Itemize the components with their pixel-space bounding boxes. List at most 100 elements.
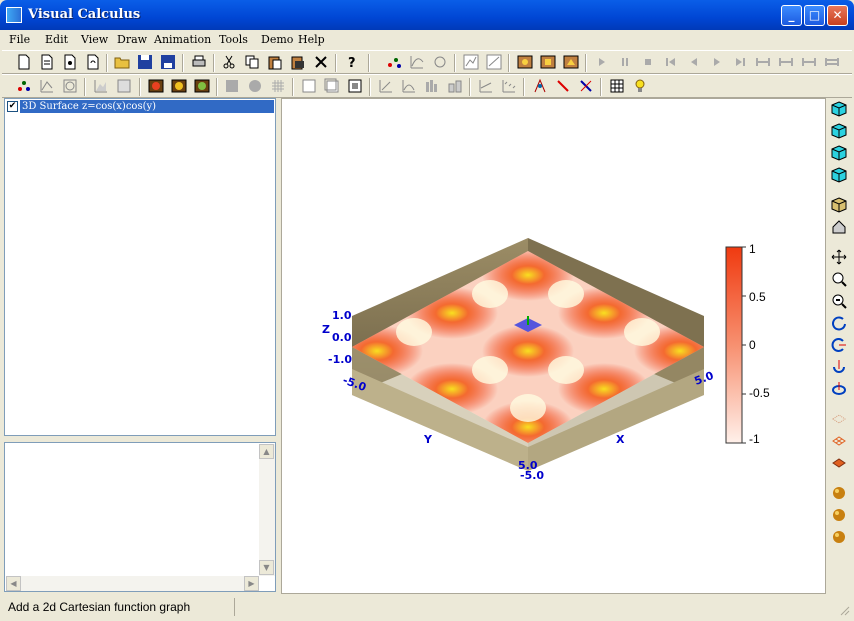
integral-icon[interactable]	[378, 78, 394, 94]
zoom-in-icon[interactable]	[831, 271, 847, 287]
zoom-icon[interactable]	[831, 293, 847, 309]
derivative-icon[interactable]	[401, 78, 417, 94]
resize-grip-icon[interactable]	[838, 604, 850, 616]
help-icon[interactable]: ?	[344, 54, 360, 70]
export-image2-icon[interactable]	[540, 54, 556, 70]
plot-canvas[interactable]: Z 1.0 0.0 -1.0 -5.0 Y X 5.0 5.0 -5.0 1 0…	[281, 98, 826, 594]
first-frame-icon[interactable]	[663, 54, 679, 70]
vector-field-icon[interactable]	[116, 78, 132, 94]
stop-icon[interactable]	[640, 54, 656, 70]
play-icon[interactable]	[594, 54, 610, 70]
frame2-icon[interactable]	[324, 78, 340, 94]
export-image3-icon[interactable]	[563, 54, 579, 70]
menu-file[interactable]: File	[9, 33, 30, 46]
cut-icon[interactable]	[221, 54, 237, 70]
pendulum-icon[interactable]	[532, 78, 548, 94]
riemann-icon[interactable]	[424, 78, 440, 94]
new-page-icon[interactable]	[62, 54, 78, 70]
rotate-y-icon[interactable]	[831, 359, 847, 375]
house-view-icon[interactable]	[831, 219, 847, 235]
next-frame-icon[interactable]	[709, 54, 725, 70]
step-range3-icon[interactable]	[801, 54, 817, 70]
refresh-doc-icon[interactable]	[85, 54, 101, 70]
menu-view[interactable]: View	[81, 33, 108, 46]
table-icon[interactable]	[609, 78, 625, 94]
area-graph-icon[interactable]	[93, 78, 109, 94]
loop-range-icon[interactable]	[824, 54, 840, 70]
view-side-icon[interactable]	[831, 145, 847, 161]
points-icon[interactable]	[386, 54, 402, 70]
menu-help[interactable]: Help	[298, 33, 325, 46]
last-frame-icon[interactable]	[732, 54, 748, 70]
scroll-right-button[interactable]: ▶	[244, 576, 259, 591]
wireframe-mode-icon[interactable]	[831, 433, 847, 449]
line-graph-icon[interactable]	[39, 78, 55, 94]
rotate-curve-icon[interactable]	[432, 54, 448, 70]
shading-phong-icon[interactable]	[831, 529, 847, 545]
delete-icon[interactable]	[313, 54, 329, 70]
tips-bulb-icon[interactable]	[632, 78, 648, 94]
menu-demo[interactable]: Demo	[261, 33, 293, 46]
view-top-icon[interactable]	[831, 167, 847, 183]
rotate-icon[interactable]	[831, 315, 847, 331]
horizontal-scrollbar[interactable]: ◀ ▶	[6, 576, 259, 591]
scatter-icon[interactable]	[16, 78, 32, 94]
step-range-icon[interactable]	[755, 54, 771, 70]
surface-icon[interactable]	[148, 78, 164, 94]
shading-flat-icon[interactable]	[831, 485, 847, 501]
save-icon[interactable]	[137, 54, 153, 70]
tree-item-surface[interactable]: ✔ 3D Surface z=cos(x)cos(y)	[7, 100, 274, 113]
tree-item-label[interactable]: 3D Surface z=cos(x)cos(y)	[20, 100, 274, 113]
scroll-left-button[interactable]: ◀	[6, 576, 21, 591]
riemann3d-icon[interactable]	[447, 78, 463, 94]
copy-icon[interactable]	[244, 54, 260, 70]
step-range2-icon[interactable]	[778, 54, 794, 70]
menu-tools[interactable]: Tools	[219, 33, 248, 46]
pause-icon[interactable]	[617, 54, 633, 70]
export-image-icon[interactable]	[517, 54, 533, 70]
surface-polar-icon[interactable]	[194, 78, 210, 94]
frame3-icon[interactable]	[347, 78, 363, 94]
new-doc-icon[interactable]	[39, 54, 55, 70]
rotate-z-icon[interactable]	[831, 381, 847, 397]
minimize-button[interactable]: _	[781, 5, 802, 26]
menu-draw[interactable]: Draw	[117, 33, 147, 46]
vector-blue-icon[interactable]	[578, 78, 594, 94]
new-file-icon[interactable]	[16, 54, 32, 70]
close-button[interactable]: ✕	[827, 5, 848, 26]
prev-frame-icon[interactable]	[686, 54, 702, 70]
shading-smooth-icon[interactable]	[831, 507, 847, 523]
scroll-up-button[interactable]: ▲	[259, 444, 274, 459]
vector-red-icon[interactable]	[555, 78, 571, 94]
print-icon[interactable]	[191, 54, 207, 70]
graph-settings-icon[interactable]	[486, 54, 502, 70]
tree-item-checkbox[interactable]: ✔	[7, 101, 18, 112]
maximize-button[interactable]: □	[804, 5, 825, 26]
curve-icon[interactable]	[409, 54, 425, 70]
frame-icon[interactable]	[301, 78, 317, 94]
view-front-icon[interactable]	[831, 123, 847, 139]
paste-icon[interactable]	[267, 54, 283, 70]
solid-rotate-icon[interactable]	[247, 78, 263, 94]
open-folder-icon[interactable]	[114, 54, 130, 70]
points-mode-icon[interactable]	[831, 411, 847, 427]
solid-icon[interactable]	[224, 78, 240, 94]
menu-animation[interactable]: Animation	[154, 33, 211, 46]
box-view-icon[interactable]	[831, 197, 847, 213]
mesh-icon[interactable]	[270, 78, 286, 94]
vertical-scrollbar[interactable]: ▲ ▼	[259, 444, 275, 576]
tangent-icon[interactable]	[478, 78, 494, 94]
view-cube-icon[interactable]	[831, 101, 847, 117]
rotate-x-icon[interactable]	[831, 337, 847, 353]
menu-edit[interactable]: Edit	[45, 33, 68, 46]
surface-plot[interactable]: Z 1.0 0.0 -1.0 -5.0 Y X 5.0 5.0 -5.0 1 0…	[282, 99, 825, 593]
pan-icon[interactable]	[831, 249, 847, 265]
polar-graph-icon[interactable]	[62, 78, 78, 94]
solid-mode-icon[interactable]	[831, 455, 847, 471]
slope-field-icon[interactable]	[501, 78, 517, 94]
graph-icon[interactable]	[463, 54, 479, 70]
save-as-icon[interactable]	[160, 54, 176, 70]
scroll-down-button[interactable]: ▼	[259, 560, 274, 575]
paste-special-icon[interactable]	[290, 54, 306, 70]
surface-param-icon[interactable]	[171, 78, 187, 94]
